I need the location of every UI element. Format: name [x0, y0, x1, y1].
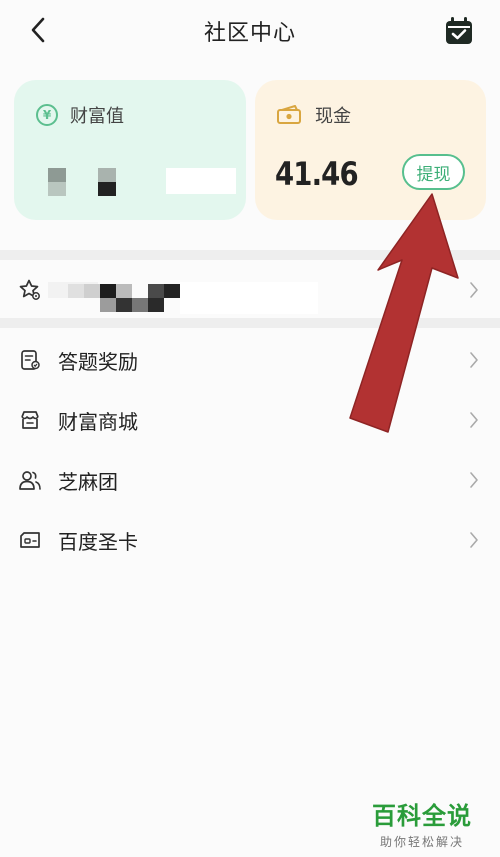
store-icon: [18, 408, 42, 432]
page-title: 社区中心: [203, 21, 296, 46]
menu-item-sesame-group[interactable]: 芝麻团: [0, 450, 500, 510]
chevron-right-icon: [468, 530, 480, 550]
wealth-card[interactable]: ¥ 财富值: [14, 80, 246, 220]
chevron-left-icon: [31, 17, 45, 43]
calendar-button[interactable]: [442, 14, 476, 48]
cash-icon: [277, 105, 301, 124]
cash-label: 现金: [315, 106, 351, 127]
star-settings-icon: [18, 278, 42, 302]
watermark-subtitle: 助你轻松解决: [379, 835, 464, 849]
calendar-check-icon: [446, 17, 472, 44]
chevron-right-icon: [468, 470, 480, 490]
menu-item-label: 百度圣卡: [58, 529, 138, 554]
redacted-label: [48, 282, 318, 318]
menu-item-baidu-card[interactable]: 百度圣卡: [0, 510, 500, 570]
watermark: 百科全说 助你轻松解决: [372, 796, 472, 850]
watermark-title: 百科全说: [372, 802, 472, 830]
quiz-reward-icon: [18, 348, 42, 372]
cash-card-header: 现金: [277, 102, 351, 128]
wealth-label: 财富值: [70, 106, 124, 127]
top-bar: 社区中心: [0, 0, 500, 62]
wealth-card-header: ¥ 财富值: [36, 102, 124, 128]
menu-item-label: 答题奖励: [58, 349, 138, 374]
red-arrow-annotation: [349, 193, 459, 433]
sim-card-icon: [18, 528, 42, 552]
wealth-value-redacted: [48, 164, 238, 200]
back-button[interactable]: [22, 14, 54, 46]
yen-coin-icon: ¥: [36, 104, 58, 126]
menu-item-label: 财富商城: [58, 409, 138, 434]
menu-item-label: 芝麻团: [58, 469, 118, 494]
group-users-icon: [18, 468, 42, 492]
